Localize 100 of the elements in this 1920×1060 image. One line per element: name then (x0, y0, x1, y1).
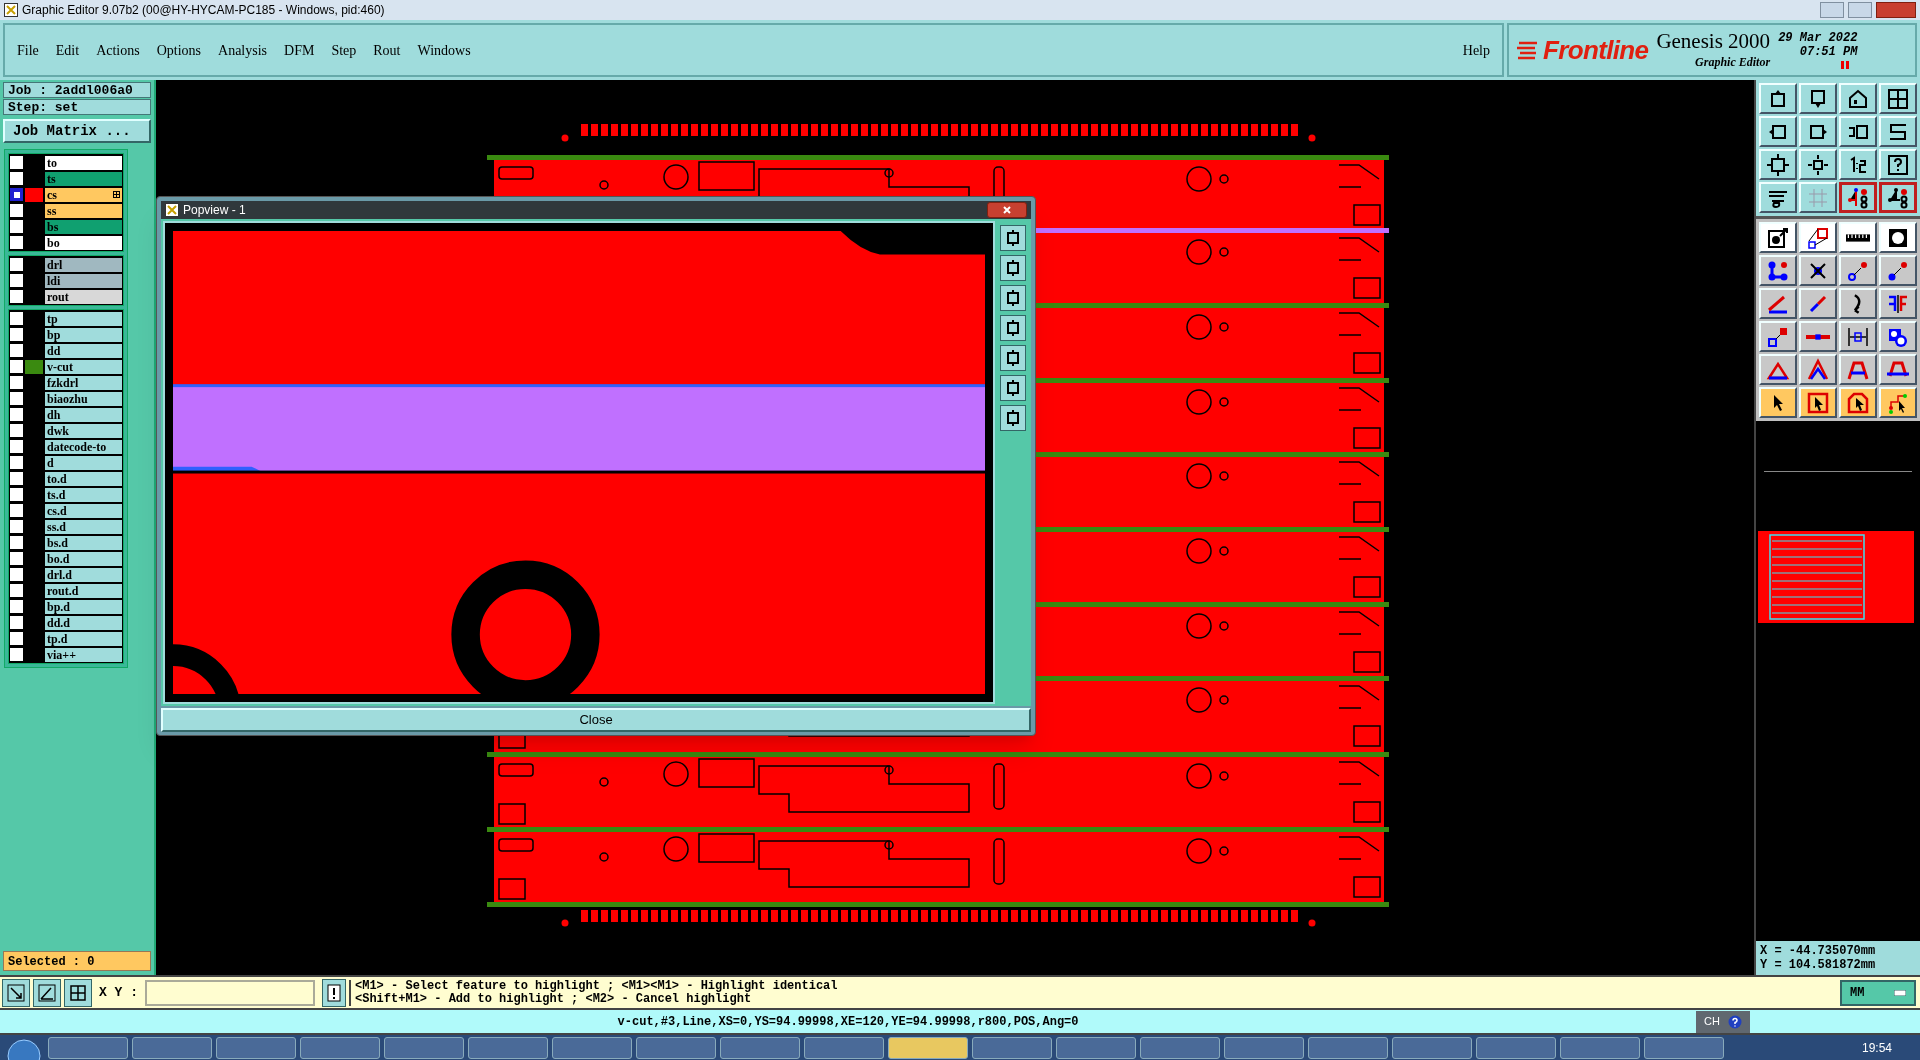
layer-name[interactable]: rout.d (45, 583, 122, 598)
units-button[interactable]: MM (1840, 979, 1916, 1006)
layer-label: cs (47, 187, 57, 202)
popview-tool-button[interactable] (1000, 315, 1026, 341)
zoom-area-button[interactable] (2, 978, 30, 1007)
angle-measure-button[interactable] (33, 978, 61, 1007)
taskbar-button[interactable] (48, 1036, 128, 1059)
alert-button[interactable] (322, 978, 346, 1007)
taskbar-button[interactable] (804, 1036, 884, 1059)
layer-name[interactable]: cs (45, 187, 122, 202)
taskbar-button[interactable] (888, 1036, 968, 1059)
layer-name[interactable]: drl (45, 257, 122, 272)
layer-label: via++ (47, 647, 76, 662)
layer-name[interactable]: tp (45, 311, 122, 326)
layer-name[interactable]: tp.d (45, 631, 122, 646)
taskbar-button[interactable] (1308, 1036, 1388, 1059)
menu-item[interactable]: Analysis (218, 39, 268, 61)
close-button[interactable]: Close (161, 708, 1031, 732)
taskbar-button[interactable] (636, 1036, 716, 1059)
taskbar-button[interactable] (384, 1036, 464, 1059)
angle-icon (38, 983, 56, 1002)
taskbar-button[interactable] (1140, 1036, 1220, 1059)
layer-name[interactable]: dd (45, 343, 122, 358)
taskbar-button[interactable] (468, 1036, 548, 1059)
product-subtitle: Graphic Editor (1695, 54, 1771, 71)
layer-name[interactable]: ss (45, 203, 122, 218)
layer-label: bp (47, 327, 61, 342)
product-name: Genesis 2000 (1656, 29, 1771, 53)
circuit-icon (1846, 185, 1870, 210)
layer-name[interactable]: to.d (45, 471, 122, 486)
popview-tool-button[interactable] (1000, 225, 1026, 251)
layer-name[interactable]: bs (45, 219, 122, 234)
layer-name[interactable]: dwk (45, 423, 122, 438)
clock: 19:54 (1861, 1039, 1893, 1057)
taskbar-button[interactable] (552, 1036, 632, 1059)
layer-name[interactable]: ts (45, 171, 122, 186)
layer-name[interactable]: bo.d (45, 551, 122, 566)
popview-tool-button[interactable] (1000, 405, 1026, 431)
layer-name[interactable]: bp (45, 327, 122, 342)
taskbar-button[interactable] (1476, 1036, 1556, 1059)
layer-name[interactable]: ss.d (45, 519, 122, 534)
taskbar-button[interactable] (1056, 1036, 1136, 1059)
taskbar-button[interactable] (972, 1036, 1052, 1059)
menu-item[interactable]: File (17, 39, 39, 61)
layer-color-swatch[interactable] (25, 359, 43, 374)
popview-tool-button[interactable] (1000, 255, 1026, 281)
layer-name[interactable]: cs.d (45, 503, 122, 518)
layer-name[interactable]: datecode-to (45, 439, 122, 454)
menu-item[interactable]: DFM (284, 39, 315, 61)
layer-name[interactable]: bs.d (45, 535, 122, 550)
menu-item[interactable]: Options (156, 39, 202, 61)
layer-name[interactable]: bp.d (45, 599, 122, 614)
popview-tool-button[interactable] (1000, 345, 1026, 371)
layer-name[interactable]: dd.d (45, 615, 122, 630)
layer-label: dwk (47, 423, 69, 438)
layer-color-swatch[interactable] (25, 187, 43, 202)
hint-text: <M1> - Select feature to highlight ; <M1><M1> - Highlight identical (355, 979, 838, 993)
close-button[interactable] (987, 202, 1027, 218)
taskbar-button[interactable] (1560, 1036, 1640, 1059)
grid-button[interactable] (64, 978, 92, 1007)
menu-item[interactable]: Actions (96, 39, 140, 61)
help-icon[interactable] (1728, 1014, 1742, 1029)
taskbar-button[interactable] (1224, 1036, 1304, 1059)
popview-tool-button[interactable] (1000, 375, 1026, 401)
taskbar-button[interactable] (1644, 1036, 1724, 1059)
layer-name[interactable]: fzkdrl (45, 375, 122, 390)
layer-name[interactable]: v-cut (45, 359, 122, 374)
menu-item[interactable]: Edit (55, 39, 80, 61)
menu-item[interactable]: Rout (373, 39, 401, 61)
job-label: Job : 2addl006a0 (3, 82, 151, 98)
taskbar-button[interactable] (720, 1036, 800, 1059)
menu-item[interactable]: Help (1462, 39, 1490, 61)
layer-name[interactable]: to (45, 155, 122, 170)
layer-label: fzkdrl (47, 375, 79, 390)
layer-name[interactable]: ts.d (45, 487, 122, 502)
language-indicator[interactable]: CH (1704, 1013, 1720, 1030)
job-matrix-button[interactable]: Job Matrix ... (3, 119, 151, 143)
layer-label: bo.d (47, 551, 70, 566)
layer-name[interactable]: dh (45, 407, 122, 422)
taskbar-button[interactable] (1392, 1036, 1472, 1059)
zoom-fit-icon (1766, 152, 1790, 177)
layer-name[interactable]: via++ (45, 647, 122, 662)
layer-label: drl (47, 257, 63, 272)
layer-name[interactable]: bo (45, 235, 122, 250)
taskbar-button[interactable] (216, 1036, 296, 1059)
layer-label: tp (47, 311, 58, 326)
layer-name[interactable]: drl.d (45, 567, 122, 582)
layer-name[interactable]: biaozhu (45, 391, 122, 406)
layer-name[interactable]: rout (45, 289, 122, 304)
layer-name[interactable]: d (45, 455, 122, 470)
layer-name[interactable]: ldi (45, 273, 122, 288)
taskbar-button[interactable] (300, 1036, 380, 1059)
taskbar-button[interactable] (132, 1036, 212, 1059)
status-text: v-cut,#3,Line,XS=0,YS=94.99998,XE=120,YE=94.99998,r800,POS,Ang=0 (617, 1013, 1079, 1031)
popview-tool-button[interactable] (1000, 285, 1026, 311)
menu-item[interactable]: Step (331, 39, 357, 61)
xy-input-field[interactable] (145, 979, 315, 1006)
pad-arrow-icon (1766, 225, 1790, 250)
menu-item[interactable]: Windows (417, 39, 471, 61)
layer-checkbox[interactable] (10, 188, 23, 201)
